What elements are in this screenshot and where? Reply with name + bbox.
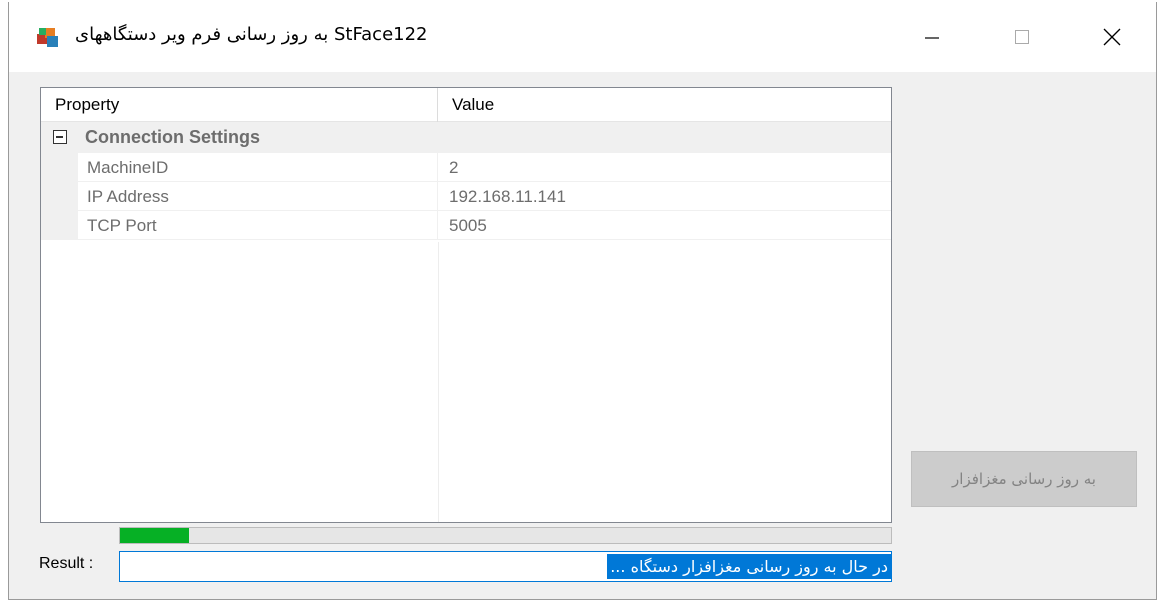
property-name[interactable]: TCP Port xyxy=(78,211,438,240)
property-value[interactable]: 2 xyxy=(438,153,891,182)
close-icon xyxy=(1103,28,1121,46)
app-cube-icon xyxy=(35,24,61,50)
minimize-icon xyxy=(925,37,939,39)
property-row-ip-address[interactable]: IP Address 192.168.11.141 xyxy=(41,182,891,211)
window-title: به روز رسانی فرم ویر دستگاههای StFace122 xyxy=(75,24,428,45)
property-name[interactable]: MachineID xyxy=(78,153,438,182)
property-name[interactable]: IP Address xyxy=(78,182,438,211)
property-row-tcp-port[interactable]: TCP Port 5005 xyxy=(41,211,891,240)
app-window: به روز رسانی فرم ویر دستگاههای StFace122… xyxy=(8,2,1157,600)
collapse-icon[interactable] xyxy=(53,130,67,144)
update-progress-bar xyxy=(119,527,892,544)
property-grid[interactable]: Property Value Connection Settings Machi… xyxy=(40,87,892,523)
row-gutter xyxy=(41,211,78,240)
property-value[interactable]: 5005 xyxy=(438,211,891,240)
update-firmware-button[interactable]: به روز رسانی مغزافزار xyxy=(911,451,1137,507)
category-connection-settings[interactable]: Connection Settings xyxy=(41,122,891,153)
property-grid-header: Property Value xyxy=(41,88,891,122)
result-field[interactable]: در حال به روز رسانی مغزافزار دستگاه ... xyxy=(119,551,892,582)
property-value[interactable]: 192.168.11.141 xyxy=(438,182,891,211)
maximize-icon xyxy=(1015,30,1029,44)
maximize-button[interactable] xyxy=(977,2,1067,72)
close-button[interactable] xyxy=(1067,2,1157,72)
title-bar[interactable]: به روز رسانی فرم ویر دستگاههای StFace122 xyxy=(9,2,1156,72)
row-gutter xyxy=(41,153,78,182)
result-text: در حال به روز رسانی مغزافزار دستگاه ... xyxy=(607,554,891,579)
row-gutter xyxy=(41,182,78,211)
result-label: Result : xyxy=(39,555,94,572)
column-header-property[interactable]: Property xyxy=(41,88,438,122)
progress-fill xyxy=(120,528,190,543)
property-row-machineid[interactable]: MachineID 2 xyxy=(41,153,891,182)
category-label: Connection Settings xyxy=(85,127,260,147)
column-header-value[interactable]: Value xyxy=(438,88,891,122)
minimize-button[interactable] xyxy=(887,2,977,72)
column-divider xyxy=(438,242,439,522)
